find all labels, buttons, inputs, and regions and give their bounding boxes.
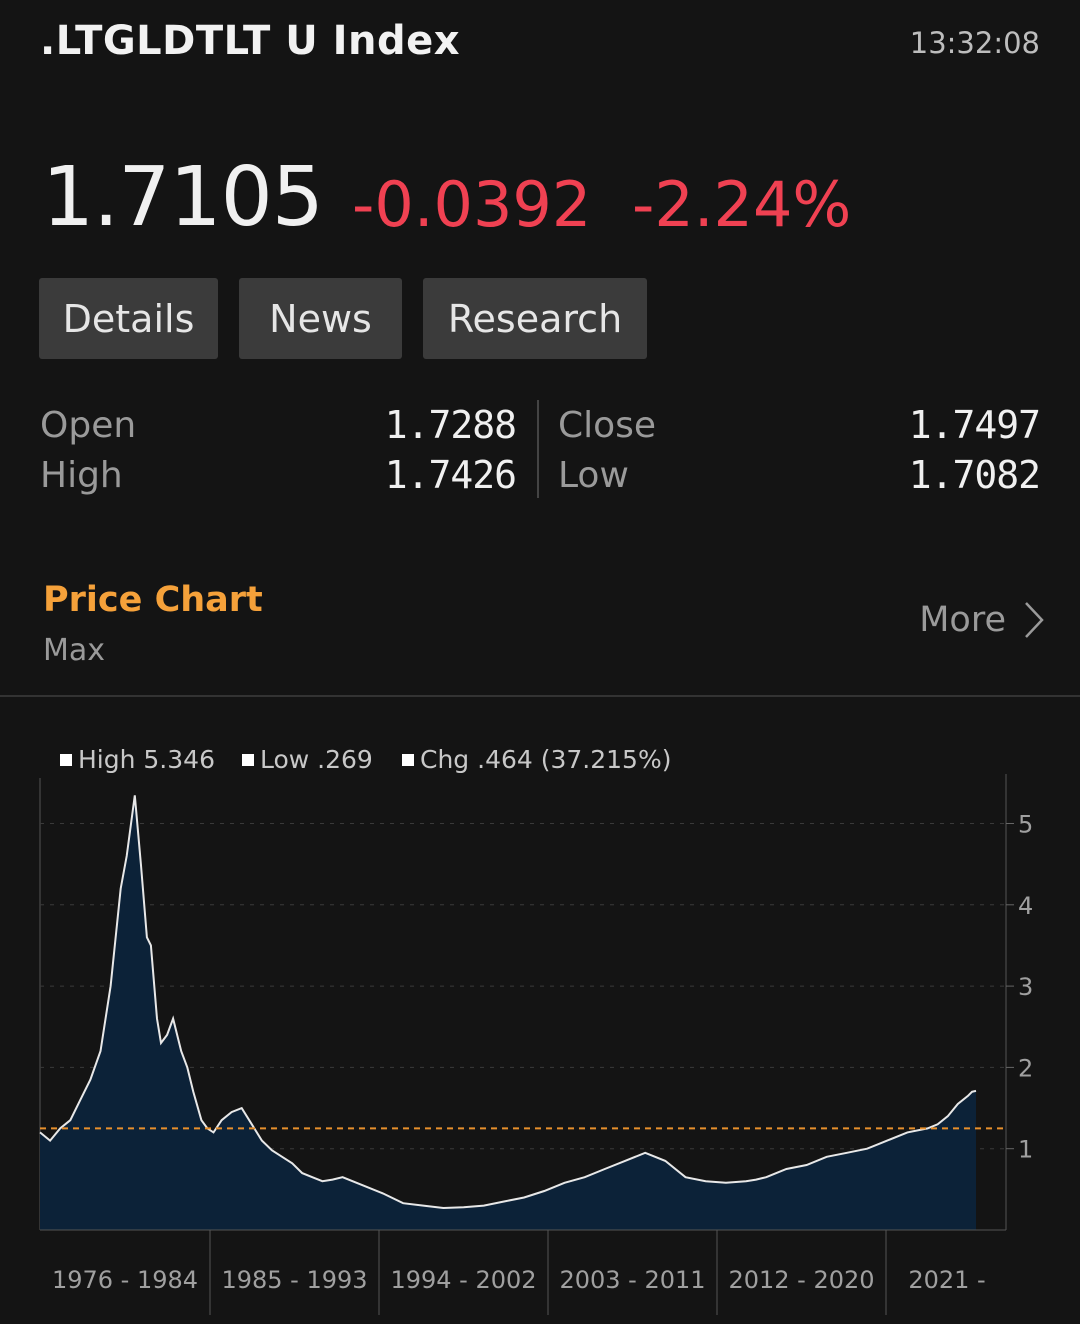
high-label: High [40, 455, 123, 496]
area-fill [40, 795, 976, 1230]
y-axis: 1 2 3 4 5 [1006, 811, 1033, 1164]
x-tick-label: 1985 - 1993 [221, 1266, 367, 1294]
price-chart[interactable]: High 5.346 Low .269 Chg .464 (37.215%) 1 2 3… [0, 700, 1080, 1324]
x-tick-label: 2012 - 2020 [728, 1266, 874, 1294]
high-value: 1.7426 [384, 453, 517, 497]
y-tick-label: 2 [1018, 1054, 1033, 1082]
legend-label: Low .269 [260, 745, 373, 774]
price-change: -0.0392 [352, 168, 592, 241]
more-label: More [919, 600, 1006, 640]
legend-label: Chg .464 (37.215%) [420, 745, 671, 774]
stats-divider [537, 400, 539, 498]
more-link[interactable]: More [919, 600, 1044, 640]
legend: High 5.346 Low .269 Chg .464 (37.215%) [60, 745, 671, 774]
open-value: 1.7288 [384, 403, 517, 447]
section-divider [0, 695, 1080, 697]
open-label: Open [40, 405, 137, 446]
y-tick-label: 1 [1018, 1136, 1033, 1164]
x-axis: 1976 - 1984 1985 - 1993 1994 - 2002 2003 - … [40, 1229, 1006, 1315]
chevron-right-icon [1025, 602, 1044, 638]
y-tick-label: 5 [1018, 811, 1033, 839]
x-tick-label: 1976 - 1984 [52, 1266, 198, 1294]
low-value: 1.7082 [908, 453, 1041, 497]
tab-details[interactable]: Details [39, 278, 218, 359]
timestamp: 13:32:08 [909, 26, 1040, 60]
price-change-percent: -2.24% [632, 168, 852, 241]
tab-research[interactable]: Research [423, 278, 647, 359]
tab-news[interactable]: News [239, 278, 402, 359]
legend-swatch [242, 754, 254, 766]
y-tick-label: 4 [1018, 892, 1033, 920]
legend-swatch [402, 754, 414, 766]
price-chart-title: Price Chart [43, 580, 263, 620]
close-value: 1.7497 [908, 403, 1041, 447]
last-price: 1.7105 [42, 150, 324, 245]
y-tick-label: 3 [1018, 973, 1033, 1001]
page-title: .LTGLDTLT U Index [40, 18, 461, 64]
area-layer [39, 795, 1006, 1230]
legend-swatch [60, 754, 72, 766]
chart-range: Max [43, 633, 106, 668]
x-tick-label: 2003 - 2011 [559, 1266, 705, 1294]
legend-label: High 5.346 [78, 745, 215, 774]
close-label: Close [558, 405, 657, 446]
low-label: Low [558, 455, 629, 496]
x-tick-label: 2021 - [908, 1266, 985, 1294]
x-tick-label: 1994 - 2002 [390, 1266, 536, 1294]
